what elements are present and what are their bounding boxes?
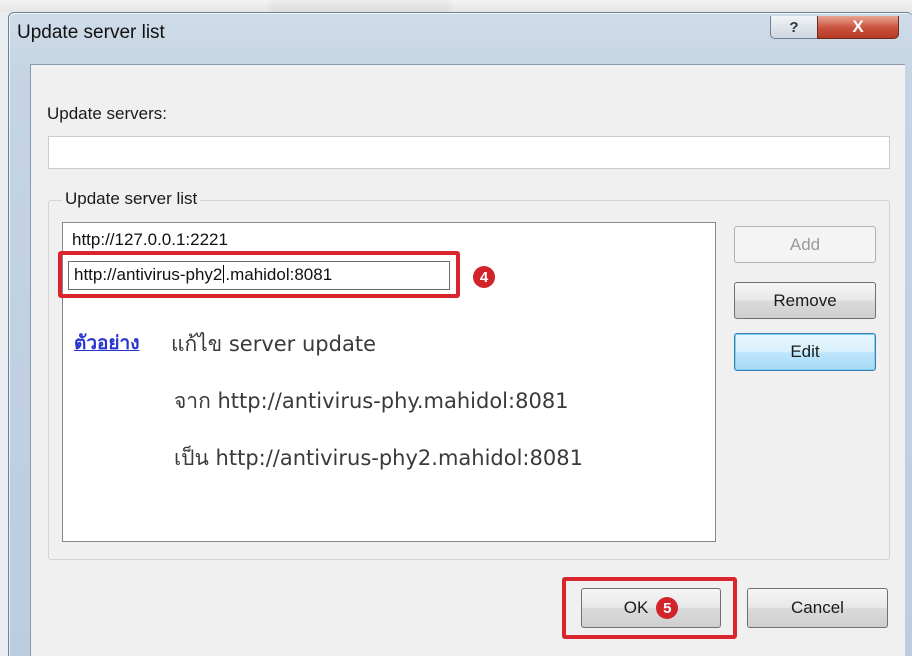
update-servers-label: Update servers: [47, 104, 167, 123]
example-line1: แก้ไข server update [171, 332, 376, 356]
update-servers-input[interactable] [48, 136, 890, 169]
list-item[interactable]: http://127.0.0.1:2221 [72, 230, 228, 250]
remove-button[interactable]: Remove [734, 282, 876, 319]
background-window-strip [0, 0, 912, 12]
ok-button[interactable]: OK 5 [581, 588, 721, 628]
help-button[interactable]: ? [770, 16, 818, 39]
ok-label: OK [623, 598, 649, 617]
close-icon: X [852, 17, 864, 36]
dialog-title: Update server list [17, 22, 165, 43]
example-link[interactable]: ตัวอย่าง [74, 328, 140, 358]
add-button[interactable]: Add [734, 226, 876, 263]
help-icon: ? [789, 18, 799, 36]
close-button[interactable]: X [817, 16, 899, 39]
cancel-button[interactable]: Cancel [747, 588, 888, 628]
step4-highlight [58, 251, 460, 298]
example-line3: เป็น http://antivirus-phy2.mahidol:8081 [174, 446, 583, 470]
edit-button[interactable]: Edit [734, 333, 876, 371]
server-list-legend: Update server list [62, 189, 201, 209]
step5-marker: 5 [656, 597, 679, 619]
example-line2: จาก http://antivirus-phy.mahidol:8081 [174, 389, 569, 413]
step4-marker: 4 [473, 266, 495, 288]
